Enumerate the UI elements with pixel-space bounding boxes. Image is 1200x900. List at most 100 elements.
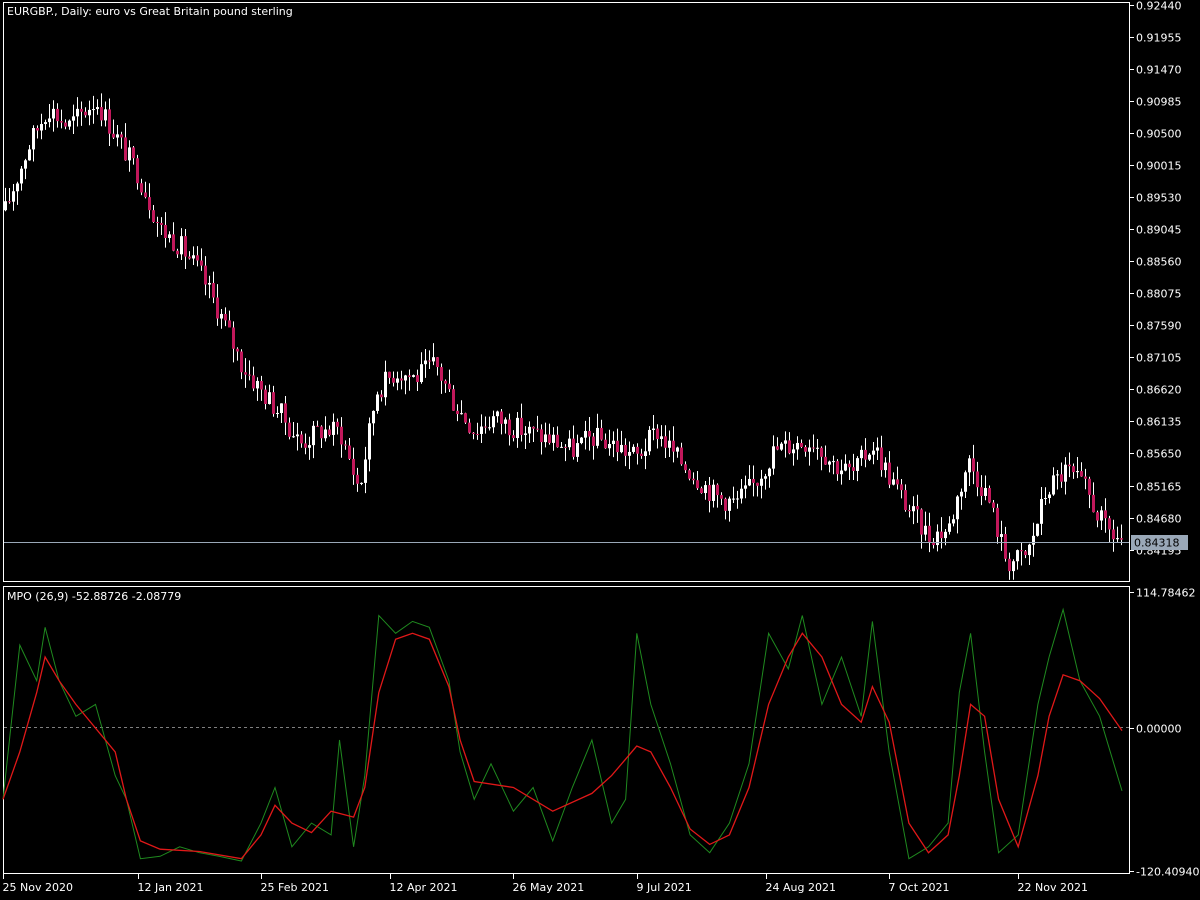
bear-candle bbox=[976, 471, 979, 488]
bear-candle bbox=[1092, 494, 1095, 513]
bull-candle bbox=[1056, 474, 1059, 476]
bull-candle bbox=[912, 506, 915, 512]
bull-candle bbox=[16, 183, 19, 192]
bull-candle bbox=[876, 447, 879, 451]
bear-candle bbox=[216, 297, 219, 319]
bear-candle bbox=[548, 434, 551, 443]
bull-candle bbox=[308, 445, 311, 448]
bear-candle bbox=[132, 147, 135, 159]
bear-candle bbox=[684, 464, 687, 471]
bear-candle bbox=[472, 432, 475, 434]
price-tick-label: 0.84680 bbox=[1136, 513, 1182, 526]
bear-candle bbox=[972, 458, 975, 472]
bear-candle bbox=[284, 403, 287, 423]
bear-candle bbox=[824, 456, 827, 465]
indicator-pane-caption: MPO (26,9) -52.88726 -2.08779 bbox=[7, 590, 181, 603]
bull-candle bbox=[516, 417, 519, 439]
bull-candle bbox=[868, 454, 871, 460]
bear-candle bbox=[788, 440, 791, 454]
bear-candle bbox=[1024, 551, 1027, 556]
bear-candle bbox=[1020, 550, 1023, 552]
bear-candle bbox=[1072, 466, 1075, 473]
bear-candle bbox=[588, 430, 591, 437]
bear-candle bbox=[980, 487, 983, 496]
price-tick-label: 0.91955 bbox=[1136, 32, 1182, 45]
time-tick-label: 26 May 2021 bbox=[513, 881, 585, 894]
bull-candle bbox=[220, 313, 223, 319]
bull-candle bbox=[360, 482, 363, 484]
price-tick-label: 0.89530 bbox=[1136, 192, 1182, 205]
bear-candle bbox=[348, 445, 351, 459]
bull-candle bbox=[736, 498, 739, 500]
bull-candle bbox=[828, 461, 831, 465]
bear-candle bbox=[264, 389, 267, 405]
bear-candle bbox=[1120, 538, 1123, 540]
bull-candle bbox=[892, 479, 895, 485]
bull-candle bbox=[1016, 550, 1019, 562]
bull-candle bbox=[644, 451, 647, 457]
bull-candle bbox=[760, 478, 763, 486]
bull-candle bbox=[1032, 535, 1035, 545]
bear-candle bbox=[724, 498, 727, 511]
chart-canvas[interactable]: 0.92440 0.91955 0.91470 0.90985 0.90500 0.900… bbox=[0, 0, 1200, 900]
bull-candle bbox=[792, 449, 795, 454]
bear-candle bbox=[540, 429, 543, 443]
price-tick-label: 0.87105 bbox=[1136, 352, 1182, 365]
bull-candle bbox=[432, 357, 435, 362]
bull-candle bbox=[1116, 538, 1119, 540]
current-price-label: 0.84318 bbox=[1134, 537, 1180, 550]
indicator-tick-label: -120.40940 bbox=[1136, 866, 1199, 879]
bull-candle bbox=[544, 434, 547, 443]
bull-candle bbox=[168, 234, 171, 238]
bear-candle bbox=[880, 447, 883, 471]
bull-candle bbox=[984, 488, 987, 496]
bear-candle bbox=[636, 446, 639, 454]
bull-candle bbox=[648, 429, 651, 452]
bear-candle bbox=[140, 183, 143, 193]
bear-candle bbox=[100, 107, 103, 121]
bear-candle bbox=[864, 449, 867, 460]
bull-candle bbox=[1012, 561, 1015, 572]
price-tick-label: 0.92440 bbox=[1136, 0, 1182, 13]
bull-candle bbox=[32, 128, 35, 150]
bull-candle bbox=[480, 426, 483, 434]
bull-candle bbox=[504, 419, 507, 424]
bull-candle bbox=[372, 410, 375, 424]
bear-candle bbox=[1084, 476, 1087, 479]
bull-candle bbox=[816, 447, 819, 449]
bull-candle bbox=[628, 451, 631, 456]
bull-candle bbox=[4, 201, 7, 211]
bear-candle bbox=[36, 128, 39, 131]
bull-candle bbox=[1040, 499, 1043, 524]
bull-candle bbox=[492, 416, 495, 428]
bull-candle bbox=[116, 134, 119, 138]
bear-candle bbox=[188, 256, 191, 259]
bear-candle bbox=[532, 426, 535, 429]
bull-candle bbox=[860, 449, 863, 459]
bull-candle bbox=[552, 434, 555, 443]
bull-candle bbox=[24, 160, 27, 169]
bear-candle bbox=[64, 122, 67, 127]
bull-candle bbox=[780, 443, 783, 450]
bull-candle bbox=[528, 426, 531, 434]
bear-candle bbox=[408, 375, 411, 377]
bear-candle bbox=[8, 201, 11, 203]
price-tick-label: 0.91470 bbox=[1136, 64, 1182, 77]
bull-candle bbox=[256, 380, 259, 389]
bull-candle bbox=[660, 436, 663, 440]
bear-candle bbox=[508, 419, 511, 436]
bear-candle bbox=[1008, 558, 1011, 572]
bull-candle bbox=[584, 430, 587, 438]
bull-candle bbox=[496, 411, 499, 417]
bear-candle bbox=[56, 108, 59, 122]
indicator-axis: 114.78462 0.00000 -120.40940 bbox=[1129, 587, 1199, 879]
bull-candle bbox=[952, 519, 955, 524]
bull-candle bbox=[128, 147, 131, 161]
bear-candle bbox=[908, 509, 911, 512]
price-tick-label: 0.85650 bbox=[1136, 448, 1182, 461]
price-tick-label: 0.87590 bbox=[1136, 320, 1182, 333]
bear-candle bbox=[176, 250, 179, 255]
bull-candle bbox=[396, 378, 399, 383]
bear-candle bbox=[484, 426, 487, 428]
bull-candle bbox=[884, 462, 887, 471]
